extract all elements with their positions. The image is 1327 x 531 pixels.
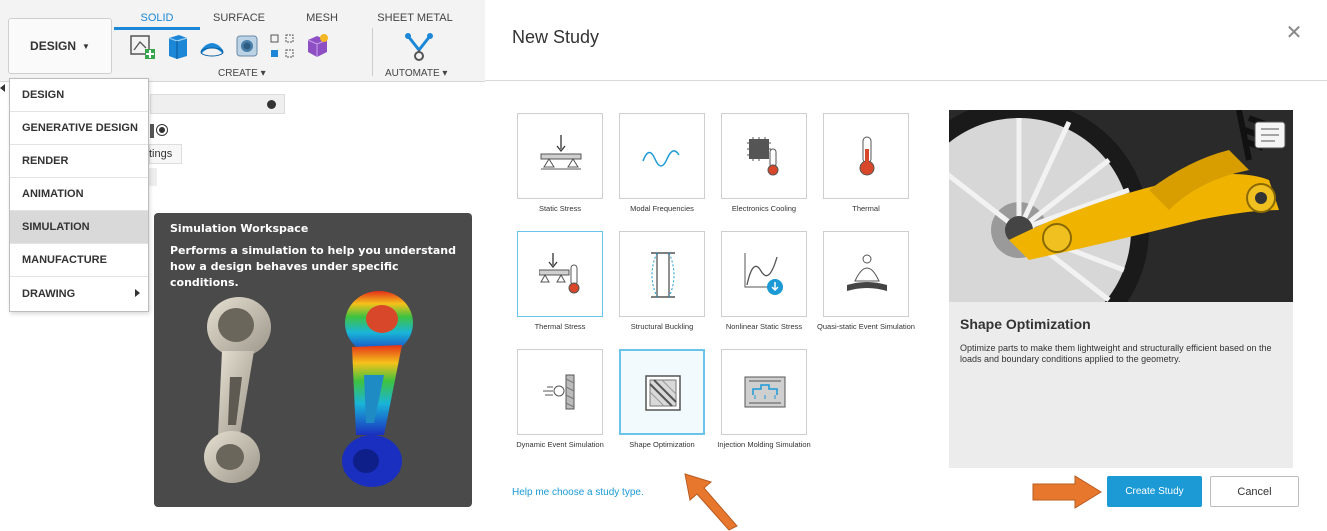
collapse-arrow-icon[interactable] — [0, 84, 5, 92]
revolve-icon[interactable] — [198, 32, 226, 60]
preview-title: Shape Optimization — [960, 316, 1091, 332]
minus-circle-icon[interactable] — [267, 100, 276, 109]
settings-fragment-text: tings — [149, 148, 173, 160]
workspace-item-label: GENERATIVE DESIGN — [22, 122, 138, 134]
study-label: Thermal Stress — [534, 322, 586, 331]
modal-frequencies-icon — [642, 150, 680, 167]
workspace-item-label: MANUFACTURE — [22, 254, 107, 266]
submenu-arrow-icon — [135, 289, 140, 297]
create-sketch-icon[interactable] — [128, 32, 156, 60]
extrude-icon[interactable] — [163, 32, 191, 60]
workspace-item-design[interactable]: DESIGN — [10, 79, 148, 112]
study-card-thermal[interactable] — [823, 113, 909, 199]
study-label: Shape Optimization — [629, 440, 695, 449]
toolbar-separator — [372, 28, 373, 76]
connecting-rod-illustration — [204, 291, 413, 487]
grey-rod — [204, 297, 271, 483]
study-label: Static Stress — [538, 204, 582, 213]
new-study-dialog: New Study ✕ Static Stress Modal Frequenc… — [485, 0, 1327, 531]
radio-button[interactable] — [156, 124, 168, 136]
tooltip-description: Performs a simulation to help you unders… — [170, 244, 457, 289]
tab-mesh[interactable]: MESH — [284, 0, 360, 28]
scooter-wheel-illustration — [949, 110, 1293, 302]
study-card-modal-frequencies[interactable] — [619, 113, 705, 199]
workspace-switcher-label: DESIGN — [30, 39, 77, 53]
pattern-icon[interactable] — [268, 32, 296, 60]
study-label: Dynamic Event Simulation — [516, 440, 604, 449]
workspace-item-label: RENDER — [22, 155, 69, 167]
workspace-item-render[interactable]: RENDER — [10, 145, 148, 178]
preview-image — [949, 110, 1293, 302]
automate-icon[interactable] — [402, 30, 436, 64]
study-card-quasi-static-event[interactable] — [823, 231, 909, 317]
injection-molding-icon — [744, 376, 786, 408]
browser-bar — [150, 94, 285, 114]
annotation-arrow-icon — [684, 473, 738, 531]
simulation-tooltip: Simulation Workspace Performs a simulati… — [154, 213, 472, 507]
study-label: Thermal — [852, 204, 880, 213]
create-group-label[interactable]: CREATE ▾ — [218, 68, 266, 79]
workspace-item-label: DRAWING — [22, 287, 76, 300]
workspace-item-generative-design[interactable]: GENERATIVE DESIGN — [10, 112, 148, 145]
structural-buckling-icon — [651, 252, 675, 298]
workspace-item-animation[interactable]: ANIMATION — [10, 178, 148, 211]
electronics-cooling-icon — [747, 137, 779, 176]
nonlinear-static-stress-icon — [744, 253, 783, 295]
workspace-switcher-button[interactable]: DESIGN ▼ — [8, 18, 112, 74]
study-card-dynamic-event[interactable] — [517, 349, 603, 435]
study-label: Nonlinear Static Stress — [725, 322, 803, 331]
dynamic-event-icon — [543, 374, 575, 410]
form-icon[interactable] — [303, 32, 331, 60]
thermal-icon — [859, 136, 875, 176]
study-label: Electronics Cooling — [731, 204, 797, 213]
study-card-shape-optimization[interactable] — [619, 349, 705, 435]
study-label: Structural Buckling — [630, 322, 694, 331]
tooltip-title: Simulation Workspace — [170, 222, 309, 235]
caret-down-icon: ▼ — [82, 41, 90, 51]
preview-description: Optimize parts to make them lightweight … — [960, 343, 1272, 364]
study-card-electronics-cooling[interactable] — [721, 113, 807, 199]
study-label: Quasi-static Event Simulation — [817, 322, 915, 331]
workspace-menu: DESIGN GENERATIVE DESIGN RENDER ANIMATIO… — [9, 78, 149, 312]
annotation-arrow-icon — [1032, 475, 1102, 509]
toolbar: DESIGN ▼ SOLID SURFACE MESH SHEET METAL — [0, 0, 485, 82]
thermal-stress-icon — [539, 253, 580, 294]
dialog-divider — [485, 80, 1327, 81]
study-card-thermal-stress[interactable] — [517, 231, 603, 317]
study-preview-panel: Shape Optimization Optimize parts to mak… — [949, 110, 1293, 468]
workspace-item-manufacture[interactable]: MANUFACTURE — [10, 244, 148, 277]
hole-icon[interactable] — [233, 32, 261, 60]
automate-group-label[interactable]: AUTOMATE ▾ — [385, 68, 447, 79]
panel-fragment — [149, 168, 157, 186]
study-label: Injection Molding Simulation — [717, 440, 811, 449]
workspace-item-label: ANIMATION — [22, 188, 84, 200]
divider — [150, 124, 154, 138]
workspace-item-drawing[interactable]: DRAWING — [10, 277, 148, 310]
study-card-injection-molding[interactable] — [721, 349, 807, 435]
study-card-structural-buckling[interactable] — [619, 231, 705, 317]
cancel-button[interactable]: Cancel — [1210, 476, 1299, 507]
tab-surface[interactable]: SURFACE — [194, 0, 284, 28]
toolbar-tabs: SOLID SURFACE MESH SHEET METAL — [114, 0, 470, 30]
create-tools — [128, 32, 331, 60]
tab-solid[interactable]: SOLID — [114, 0, 200, 30]
study-label: Modal Frequencies — [630, 204, 694, 213]
workspace-item-simulation[interactable]: SIMULATION — [10, 211, 148, 244]
help-link[interactable]: Help me choose a study type. — [512, 487, 644, 498]
dialog-title: New Study — [512, 27, 600, 47]
shape-optimization-icon — [645, 375, 681, 411]
fusion-window: DESIGN ▼ SOLID SURFACE MESH SHEET METAL — [0, 0, 485, 531]
stress-result-rod — [342, 291, 413, 487]
workspace-item-label: SIMULATION — [22, 221, 90, 233]
quasi-static-event-icon — [847, 254, 887, 291]
study-card-static-stress[interactable] — [517, 113, 603, 199]
create-study-button[interactable]: Create Study — [1107, 476, 1202, 507]
study-card-nonlinear-static-stress[interactable] — [721, 231, 807, 317]
workspace-item-label: DESIGN — [22, 89, 65, 101]
static-stress-icon — [540, 135, 582, 170]
tab-sheet-metal[interactable]: SHEET METAL — [360, 0, 470, 28]
close-icon[interactable]: ✕ — [1283, 22, 1305, 44]
